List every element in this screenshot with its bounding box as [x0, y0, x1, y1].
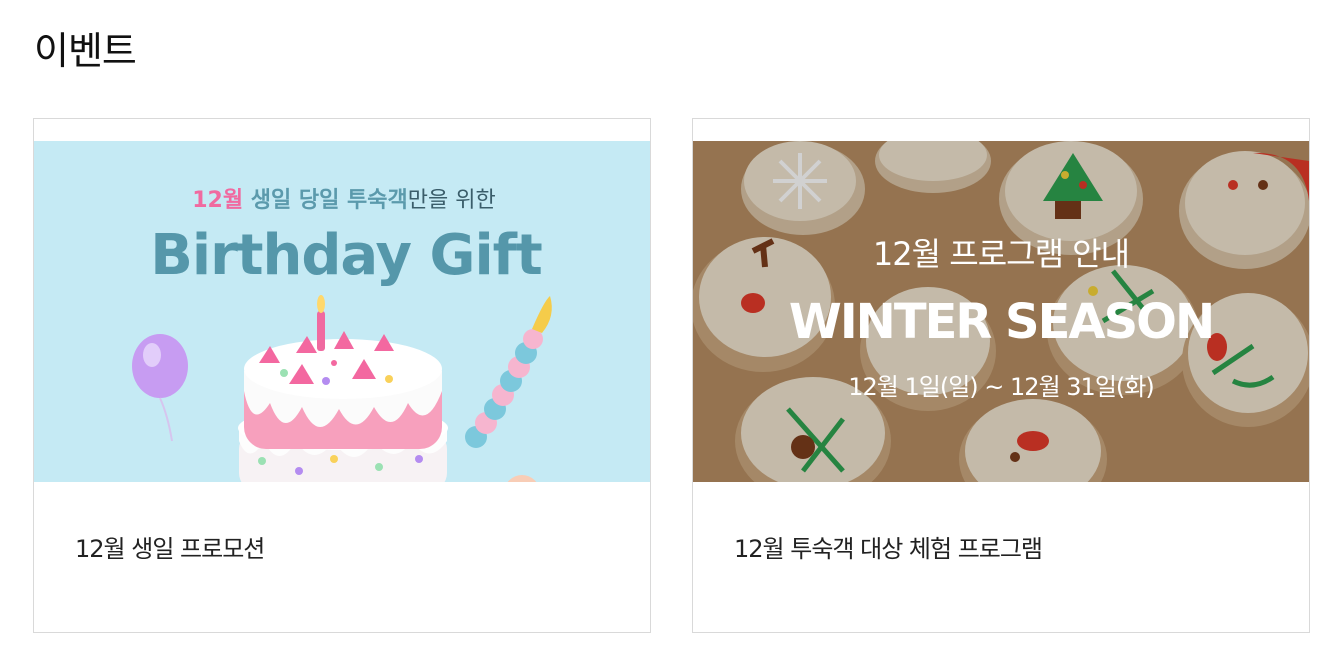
banner-dates: 12월 1일(일) ~ 12월 31일(화)	[848, 373, 1153, 401]
banner-month: 12월	[192, 188, 243, 213]
event-card-winter[interactable]: 12월 프로그램 안내 WINTER SEASON 12월 1일(일) ~ 12…	[692, 118, 1310, 633]
birthday-banner[interactable]: 12월 생일 당일 투숙객만을 위한 Birthday Gift	[34, 141, 650, 482]
banner-title-winter-season: WINTER SEASON	[789, 294, 1213, 350]
banner-title-birthday-gift: Birthday Gift	[150, 223, 542, 288]
winter-banner[interactable]: 12월 프로그램 안내 WINTER SEASON 12월 1일(일) ~ 12…	[693, 141, 1309, 482]
event-card-birthday[interactable]: 12월 생일 당일 투숙객만을 위한 Birthday Gift 12월 생일 …	[33, 118, 651, 633]
banner-headline-tail: 만을 위한	[408, 188, 496, 213]
events-page: 이벤트 12월 생일 당일 투숙객만을 위한 Birthday Gift 12월…	[0, 0, 1335, 653]
page-title: 이벤트	[34, 29, 137, 73]
event-caption-winter[interactable]: 12월 투숙객 대상 체험 프로그램	[734, 529, 1043, 564]
svg-text:12월 생일 당일 투숙객만을 위한: 12월 생일 당일 투숙객만을 위한	[192, 188, 496, 213]
event-caption-birthday[interactable]: 12월 생일 프로모션	[75, 529, 265, 564]
birthday-banner-image: 12월 생일 당일 투숙객만을 위한 Birthday Gift	[34, 141, 650, 482]
banner-headline: 생일 당일 투숙객	[243, 188, 408, 213]
banner-heading: 12월 프로그램 안내	[873, 235, 1129, 273]
winter-banner-image: 12월 프로그램 안내 WINTER SEASON 12월 1일(일) ~ 12…	[693, 141, 1309, 482]
